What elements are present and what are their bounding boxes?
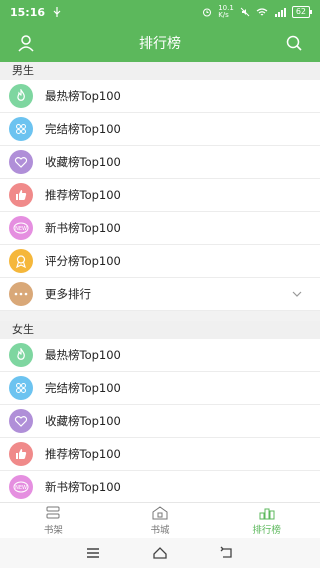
system-nav-bar [0, 538, 320, 568]
rank-row-male-new[interactable]: NEW 新书榜Top100 [0, 212, 320, 245]
more-dots-icon [9, 282, 33, 306]
rank-label: 评分榜Top100 [45, 254, 121, 268]
heart-icon [9, 409, 33, 433]
rank-row-female-favorite[interactable]: 收藏榜Top100 [0, 405, 320, 438]
svg-text:NEW: NEW [15, 226, 27, 232]
battery-indicator: 62 [291, 6, 313, 18]
thumbs-up-icon [9, 442, 33, 466]
home-icon[interactable] [152, 546, 168, 560]
rank-row-male-more[interactable]: 更多排行 [0, 278, 320, 311]
heart-icon [9, 150, 33, 174]
rank-row-female-finished[interactable]: 完结榜Top100 [0, 372, 320, 405]
section-header-male: 男生 [0, 62, 320, 80]
grid-icon [9, 376, 33, 400]
section-spacer [0, 311, 320, 321]
rank-label: 最热榜Top100 [45, 348, 121, 362]
status-bar: 15:16 10.1 K/s 62 [0, 0, 320, 24]
rank-row-male-recommend[interactable]: 推荐榜Top100 [0, 179, 320, 212]
tab-bookstore[interactable]: 书城 [107, 503, 214, 538]
rank-label: 新书榜Top100 [45, 480, 121, 494]
menu-icon[interactable] [85, 546, 101, 560]
new-badge-icon: NEW [9, 475, 33, 499]
tab-label: 书架 [43, 524, 63, 536]
app-bar: 排行榜 [0, 24, 320, 62]
rank-label: 推荐榜Top100 [45, 188, 121, 202]
alarm-icon [203, 8, 212, 17]
wifi-icon [256, 8, 268, 16]
rank-label: 更多排行 [45, 287, 91, 301]
back-icon[interactable] [219, 546, 235, 560]
signal-icon [274, 8, 286, 17]
rank-row-female-recommend[interactable]: 推荐榜Top100 [0, 438, 320, 471]
rank-label: 收藏榜Top100 [45, 414, 121, 428]
usb-icon [53, 7, 61, 17]
flame-icon [9, 84, 33, 108]
status-time: 15:16 [10, 5, 46, 19]
tab-label: 排行榜 [252, 524, 281, 536]
grid-icon [9, 117, 33, 141]
search-icon[interactable] [284, 33, 304, 53]
rank-row-male-rating[interactable]: 评分榜Top100 [0, 245, 320, 278]
tab-label: 书城 [150, 524, 170, 536]
thumbs-up-icon [9, 183, 33, 207]
award-icon [9, 249, 33, 273]
rank-label: 推荐榜Top100 [45, 447, 121, 461]
rank-label: 完结榜Top100 [45, 122, 121, 136]
rank-row-male-finished[interactable]: 完结榜Top100 [0, 113, 320, 146]
rank-label: 完结榜Top100 [45, 381, 121, 395]
page-title: 排行榜 [139, 36, 181, 52]
bookshelf-icon [46, 506, 60, 518]
rank-row-female-hot[interactable]: 最热榜Top100 [0, 339, 320, 372]
rank-label: 新书榜Top100 [45, 221, 121, 235]
mute-icon [240, 7, 250, 17]
network-speed: 10.1 K/s [218, 4, 234, 19]
chevron-down-icon[interactable] [292, 289, 302, 299]
tab-bookshelf[interactable]: 书架 [0, 503, 107, 538]
flame-icon [9, 343, 33, 367]
rank-row-male-hot[interactable]: 最热榜Top100 [0, 80, 320, 113]
rank-row-male-favorite[interactable]: 收藏榜Top100 [0, 146, 320, 179]
user-icon[interactable] [16, 33, 36, 53]
new-badge-icon: NEW [9, 216, 33, 240]
section-header-female: 女生 [0, 321, 320, 339]
rank-label: 最热榜Top100 [45, 89, 121, 103]
ranking-icon [259, 508, 275, 519]
bottom-tab-bar: 书架 书城 排行榜 [0, 502, 320, 538]
rank-row-female-new[interactable]: NEW 新书榜Top100 [0, 471, 320, 502]
tab-ranking[interactable]: 排行榜 [213, 503, 320, 538]
rank-label: 收藏榜Top100 [45, 155, 121, 169]
bookstore-icon [152, 505, 168, 519]
svg-text:NEW: NEW [15, 485, 27, 491]
ranking-list: 男生 最热榜Top100 完结榜Top100 收藏榜Top100 推荐榜Top1… [0, 62, 320, 502]
